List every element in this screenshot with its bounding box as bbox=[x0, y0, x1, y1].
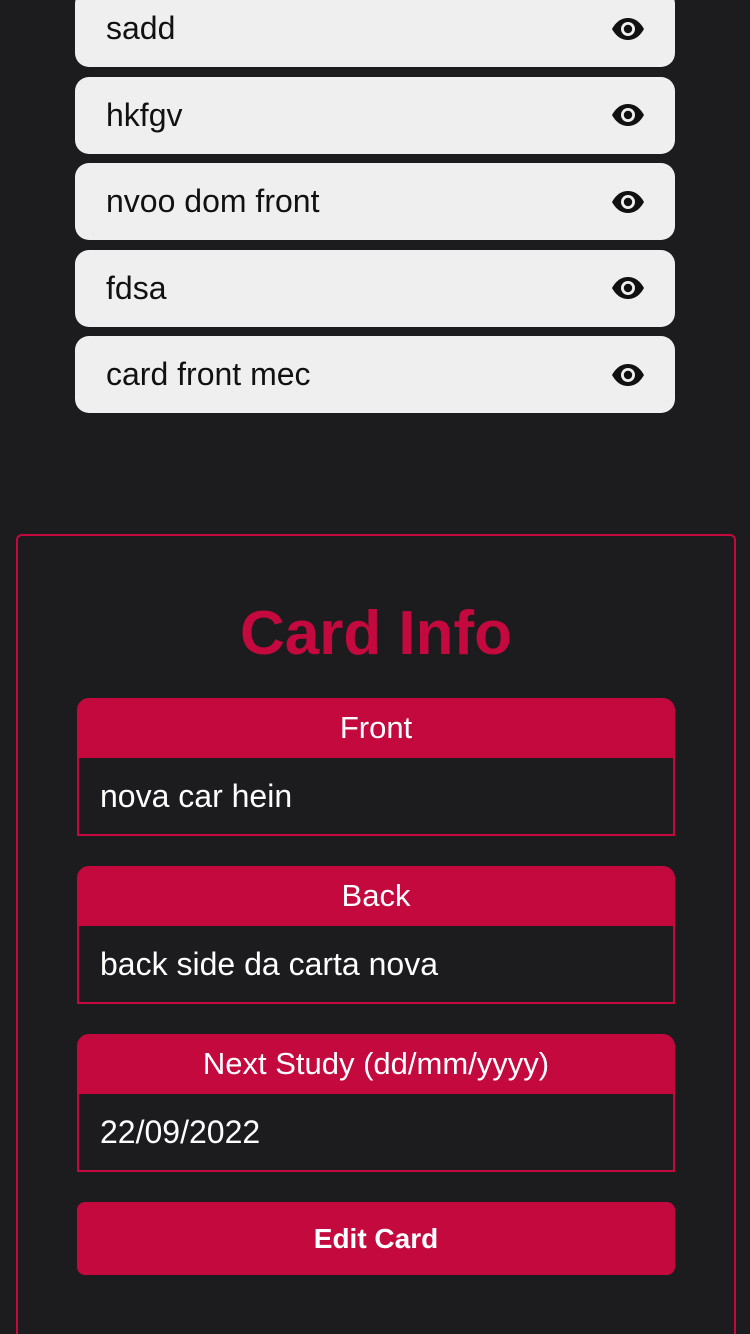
eye-icon[interactable] bbox=[611, 17, 645, 41]
card-list-item[interactable]: hkfgv bbox=[75, 76, 675, 154]
card-item-label: card front mec bbox=[106, 356, 311, 392]
card-list-item[interactable]: card front mec bbox=[75, 336, 675, 413]
back-field-label: Back bbox=[79, 868, 673, 926]
front-field-label: Front bbox=[79, 700, 673, 758]
card-item-label: fdsa bbox=[106, 269, 167, 306]
eye-icon[interactable] bbox=[611, 190, 645, 214]
next-study-field-label: Next Study (dd/mm/yyyy) bbox=[79, 1036, 673, 1094]
front-field: Front nova car hein bbox=[77, 698, 675, 836]
eye-icon[interactable] bbox=[611, 103, 645, 127]
card-list-item[interactable]: sadd bbox=[75, 0, 675, 67]
card-list: sadd hkfgv nvoo dom front fdsa card fron… bbox=[75, 0, 675, 423]
card-list-item[interactable]: nvoo dom front bbox=[75, 163, 675, 240]
next-study-field-value[interactable]: 22/09/2022 bbox=[79, 1094, 673, 1170]
eye-icon[interactable] bbox=[611, 276, 645, 300]
back-field-value[interactable]: back side da carta nova bbox=[79, 926, 673, 1002]
card-info-panel: Card Info Front nova car hein Back back … bbox=[16, 534, 736, 1334]
card-info-title: Card Info bbox=[239, 599, 513, 668]
back-field: Back back side da carta nova bbox=[77, 866, 675, 1004]
card-item-label: sadd bbox=[106, 10, 176, 46]
card-item-label: nvoo dom front bbox=[106, 183, 320, 219]
card-list-item[interactable]: fdsa bbox=[75, 249, 675, 327]
front-field-value[interactable]: nova car hein bbox=[79, 758, 673, 834]
next-study-field: Next Study (dd/mm/yyyy) 22/09/2022 bbox=[77, 1034, 675, 1172]
page: sadd hkfgv nvoo dom front fdsa card fron… bbox=[0, 0, 750, 1334]
eye-icon[interactable] bbox=[611, 363, 645, 387]
card-item-label: hkfgv bbox=[106, 96, 183, 133]
edit-card-button[interactable]: Edit Card bbox=[77, 1202, 675, 1275]
